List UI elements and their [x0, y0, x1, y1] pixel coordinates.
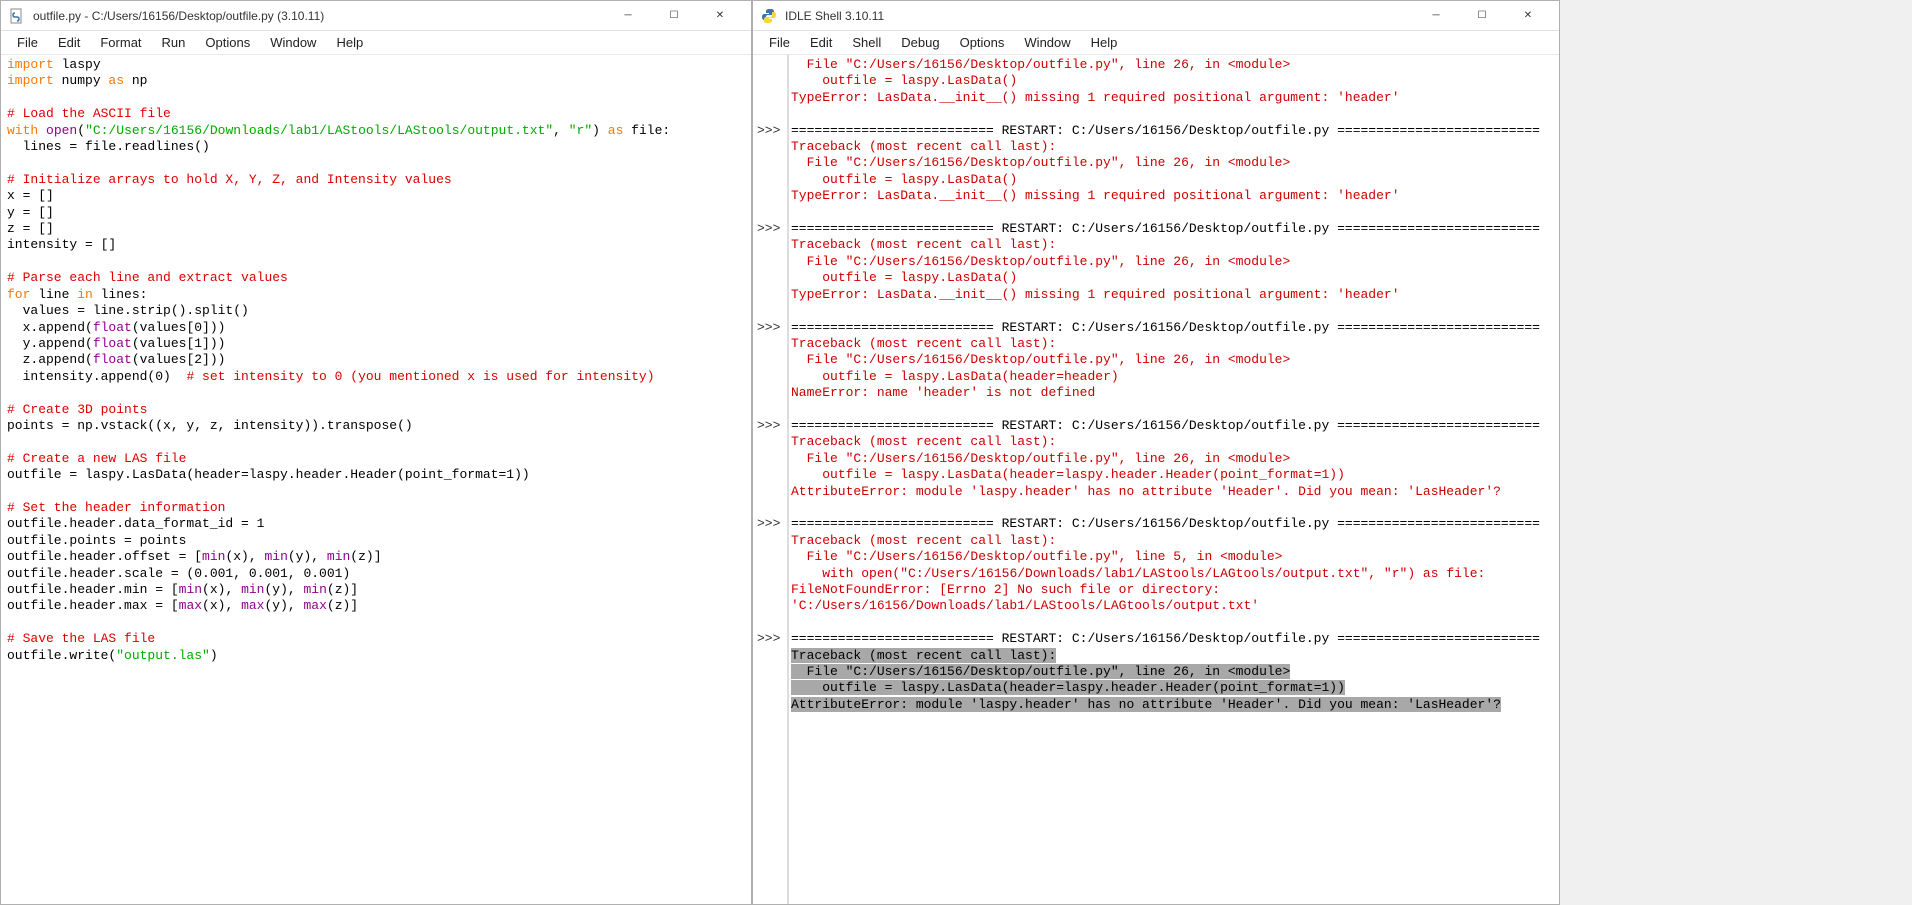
menu-file[interactable]: File — [759, 32, 800, 53]
close-button[interactable]: ✕ — [1505, 1, 1551, 31]
menu-options[interactable]: Options — [950, 32, 1015, 53]
python-icon — [761, 8, 777, 24]
editor-menubar: File Edit Format Run Options Window Help — [1, 31, 751, 55]
menu-edit[interactable]: Edit — [48, 32, 90, 53]
shell-menubar: File Edit Shell Debug Options Window Hel… — [753, 31, 1559, 55]
prompt: >>> — [757, 123, 780, 138]
shell-output[interactable]: File "C:/Users/16156/Desktop/outfile.py"… — [789, 55, 1559, 904]
editor-title: outfile.py - C:/Users/16156/Desktop/outf… — [33, 9, 605, 23]
menu-file[interactable]: File — [7, 32, 48, 53]
maximize-button[interactable]: ☐ — [1459, 1, 1505, 31]
shell-title: IDLE Shell 3.10.11 — [785, 9, 1413, 23]
minimize-button[interactable]: ─ — [605, 1, 651, 31]
close-button[interactable]: ✕ — [697, 1, 743, 31]
shell-window: IDLE Shell 3.10.11 ─ ☐ ✕ File Edit Shell… — [752, 0, 1560, 905]
menu-help[interactable]: Help — [1081, 32, 1128, 53]
shell-window-controls: ─ ☐ ✕ — [1413, 1, 1551, 31]
menu-options[interactable]: Options — [195, 32, 260, 53]
menu-edit[interactable]: Edit — [800, 32, 842, 53]
code-editor[interactable]: import laspy import numpy as np # Load t… — [1, 55, 751, 904]
maximize-button[interactable]: ☐ — [651, 1, 697, 31]
menu-window[interactable]: Window — [1014, 32, 1080, 53]
shell-titlebar: IDLE Shell 3.10.11 ─ ☐ ✕ — [753, 1, 1559, 31]
shell-body: >>>>>>>>>>>>>>>>>> File "C:/Users/16156/… — [753, 55, 1559, 904]
menu-run[interactable]: Run — [152, 32, 196, 53]
editor-titlebar: outfile.py - C:/Users/16156/Desktop/outf… — [1, 1, 751, 31]
minimize-button[interactable]: ─ — [1413, 1, 1459, 31]
editor-window: outfile.py - C:/Users/16156/Desktop/outf… — [0, 0, 752, 905]
selected-traceback: Traceback (most recent call last): File … — [791, 648, 1501, 712]
menu-window[interactable]: Window — [260, 32, 326, 53]
menu-shell[interactable]: Shell — [842, 32, 891, 53]
menu-debug[interactable]: Debug — [891, 32, 949, 53]
menu-help[interactable]: Help — [326, 32, 373, 53]
python-file-icon — [9, 8, 25, 24]
menu-format[interactable]: Format — [90, 32, 151, 53]
editor-window-controls: ─ ☐ ✕ — [605, 1, 743, 31]
prompt-column: >>>>>>>>>>>>>>>>>> — [753, 55, 789, 904]
